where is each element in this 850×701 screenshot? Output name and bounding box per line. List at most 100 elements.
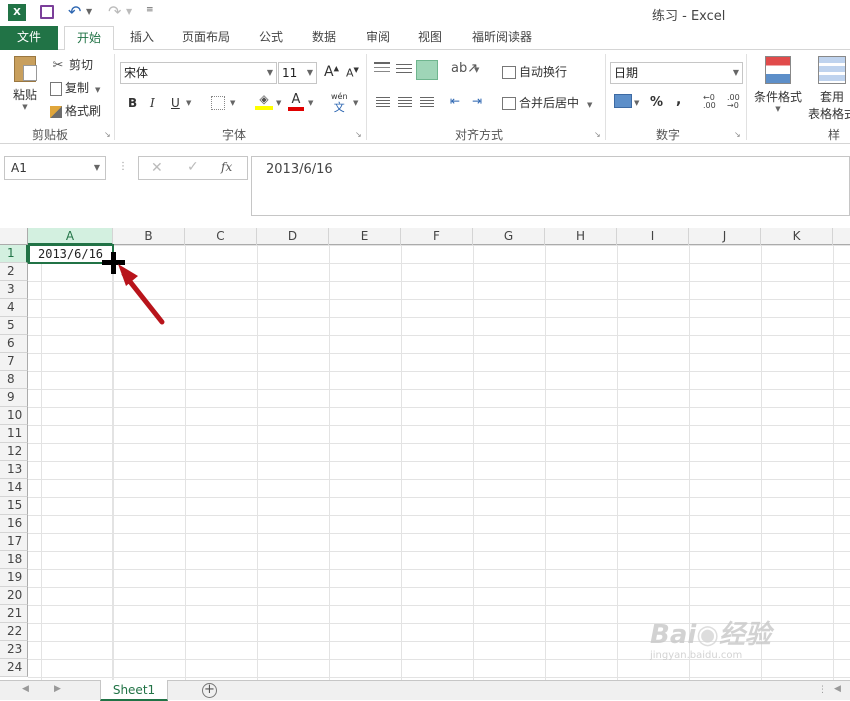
row-header[interactable]: 18 <box>0 551 28 569</box>
align-left-icon[interactable] <box>376 97 390 108</box>
font-name-select[interactable]: 宋体 ▼ <box>120 62 277 84</box>
row-header[interactable]: 13 <box>0 461 28 479</box>
row-header[interactable]: 19 <box>0 569 28 587</box>
formula-input[interactable]: 2013/6/16 <box>251 156 850 216</box>
column-header-i[interactable]: I <box>617 228 689 245</box>
phonetic-guide-button[interactable]: wén 文 <box>331 91 348 113</box>
bold-button[interactable]: B <box>128 96 137 110</box>
column-header-a[interactable]: A <box>28 228 113 245</box>
underline-button[interactable]: U <box>171 96 180 110</box>
column-header-k[interactable]: K <box>761 228 833 245</box>
add-sheet-icon[interactable]: + <box>202 683 217 698</box>
font-color-icon[interactable]: A <box>288 92 304 112</box>
more-sheets-icon[interactable]: ⋮ <box>818 685 827 695</box>
tab-foxit-reader[interactable]: 福昕阅读器 <box>464 26 540 50</box>
tab-data[interactable]: 数据 <box>304 26 344 50</box>
column-header-g[interactable]: G <box>473 228 545 245</box>
number-format-select[interactable]: 日期 ▼ <box>610 62 743 84</box>
column-header-d[interactable]: D <box>257 228 329 245</box>
italic-button[interactable]: I <box>150 96 155 110</box>
number-launcher-icon[interactable]: ↘ <box>734 130 741 139</box>
row-header[interactable]: 7 <box>0 353 28 371</box>
column-header-h[interactable]: H <box>545 228 617 245</box>
format-painter-button[interactable]: 格式刷 <box>50 102 101 119</box>
row-header[interactable]: 12 <box>0 443 28 461</box>
fill-dropdown-icon[interactable]: ▼ <box>276 99 281 107</box>
paste-button[interactable]: 粘贴 ▼ <box>8 56 42 118</box>
row-header[interactable]: 14 <box>0 479 28 497</box>
scroll-left-icon[interactable]: ◀ <box>22 684 29 694</box>
select-all-corner[interactable] <box>0 228 28 245</box>
align-right-icon[interactable] <box>420 97 434 108</box>
save-icon[interactable] <box>40 5 54 19</box>
increase-indent-icon[interactable]: ⇥ <box>472 94 482 108</box>
row-header[interactable]: 4 <box>0 299 28 317</box>
sheet-tab-sheet1[interactable]: Sheet1 <box>100 680 168 701</box>
decrease-font-icon[interactable]: A▼ <box>346 66 359 80</box>
redo-icon[interactable]: ↷ <box>108 2 121 21</box>
border-icon[interactable] <box>211 96 225 110</box>
name-box[interactable]: A1 ▼ <box>4 156 106 180</box>
tab-insert[interactable]: 插入 <box>122 26 162 50</box>
tab-page-layout[interactable]: 页面布局 <box>174 26 238 50</box>
row-header[interactable]: 24 <box>0 659 28 677</box>
row-header[interactable]: 8 <box>0 371 28 389</box>
tab-view[interactable]: 视图 <box>410 26 450 50</box>
undo-dropdown-icon[interactable]: ▼ <box>86 7 92 16</box>
wrap-text-button[interactable]: 自动换行 <box>502 63 567 80</box>
decrease-indent-icon[interactable]: ⇤ <box>450 94 460 108</box>
scroll-right-icon[interactable]: ▶ <box>54 684 61 694</box>
underline-dropdown-icon[interactable]: ▼ <box>186 99 191 107</box>
column-header-e[interactable]: E <box>329 228 401 245</box>
copy-button[interactable]: 复制 ▼ <box>50 79 100 96</box>
increase-font-icon[interactable]: A▲ <box>324 64 339 80</box>
insert-function-icon[interactable]: fx <box>221 160 232 174</box>
row-header[interactable]: 10 <box>0 407 28 425</box>
row-header[interactable]: 5 <box>0 317 28 335</box>
row-header[interactable]: 21 <box>0 605 28 623</box>
tab-review[interactable]: 审阅 <box>358 26 398 50</box>
font-color-dropdown-icon[interactable]: ▼ <box>308 99 313 107</box>
fill-color-icon[interactable]: ◈ <box>255 92 273 112</box>
column-header-j[interactable]: J <box>689 228 761 245</box>
customize-qat-icon[interactable]: ≡ <box>146 5 154 15</box>
row-header[interactable]: 11 <box>0 425 28 443</box>
align-middle-icon[interactable] <box>396 64 412 74</box>
row-header[interactable]: 3 <box>0 281 28 299</box>
row-header[interactable]: 6 <box>0 335 28 353</box>
column-header-c[interactable]: C <box>185 228 257 245</box>
font-size-select[interactable]: 11 ▼ <box>278 62 317 84</box>
decrease-decimal-icon[interactable]: .00 →0 <box>727 94 740 110</box>
cut-button[interactable]: ✂ 剪切 <box>50 56 93 74</box>
column-header-b[interactable]: B <box>113 228 185 245</box>
merge-center-button[interactable]: 合并后居中 ▼ <box>502 94 592 111</box>
undo-icon[interactable]: ↶ <box>68 2 81 21</box>
orientation-dropdown-icon[interactable]: ▼ <box>474 66 479 74</box>
row-header[interactable]: 2 <box>0 263 28 281</box>
accounting-dropdown-icon[interactable]: ▼ <box>634 99 639 107</box>
row-header[interactable]: 23 <box>0 641 28 659</box>
clipboard-launcher-icon[interactable]: ↘ <box>104 130 111 139</box>
row-header[interactable]: 9 <box>0 389 28 407</box>
enter-icon[interactable]: ✓ <box>187 159 199 175</box>
tab-home[interactable]: 开始 <box>64 26 114 51</box>
increase-decimal-icon[interactable]: ←0.00 <box>703 94 716 110</box>
cancel-icon[interactable]: ✕ <box>151 160 163 176</box>
row-header[interactable]: 17 <box>0 533 28 551</box>
font-launcher-icon[interactable]: ↘ <box>355 130 362 139</box>
row-header[interactable]: 16 <box>0 515 28 533</box>
align-top-icon[interactable] <box>374 62 390 76</box>
hscroll-left-icon[interactable]: ◀ <box>834 684 841 694</box>
tab-formulas[interactable]: 公式 <box>251 26 291 50</box>
row-header-1[interactable]: 1 <box>0 245 28 263</box>
row-header[interactable]: 20 <box>0 587 28 605</box>
row-header[interactable]: 22 <box>0 623 28 641</box>
alignment-launcher-icon[interactable]: ↘ <box>594 130 601 139</box>
border-dropdown-icon[interactable]: ▼ <box>230 99 235 107</box>
percent-button[interactable]: % <box>650 95 663 110</box>
comma-button[interactable]: , <box>676 92 681 108</box>
format-as-table-button[interactable]: 套用 表格格式 <box>806 56 850 122</box>
align-bottom-icon[interactable] <box>416 60 438 80</box>
conditional-formatting-button[interactable]: 条件格式 ▼ <box>752 56 804 113</box>
row-header[interactable]: 15 <box>0 497 28 515</box>
